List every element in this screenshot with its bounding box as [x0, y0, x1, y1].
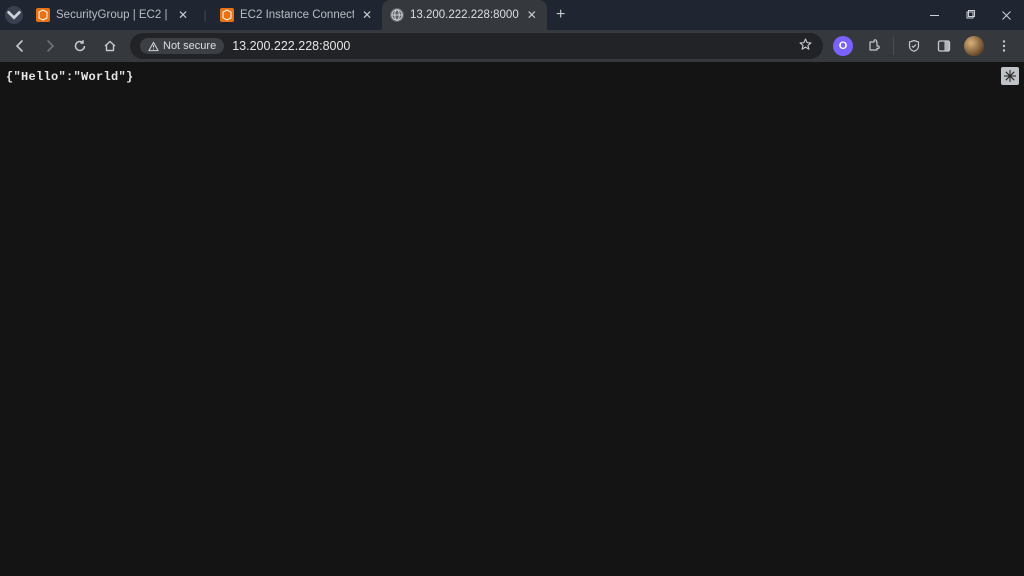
aws-favicon-icon [36, 8, 50, 22]
profile-button[interactable] [960, 32, 988, 60]
toolbar: Not secure 13.200.222.228:8000 O [0, 30, 1024, 62]
puzzle-icon [865, 38, 881, 54]
arrow-left-icon [12, 38, 28, 54]
arrow-right-icon [42, 38, 58, 54]
page-extension-overlay-button[interactable] [1001, 67, 1019, 85]
url-text: 13.200.222.228:8000 [232, 39, 790, 53]
forward-button[interactable] [36, 32, 64, 60]
bookmark-button[interactable] [798, 37, 813, 55]
warning-triangle-icon [148, 41, 159, 52]
window-controls [916, 0, 1024, 30]
reload-button[interactable] [66, 32, 94, 60]
search-tabs-button[interactable] [0, 0, 28, 30]
chevron-down-icon [5, 6, 23, 24]
extension-1-button[interactable]: O [829, 32, 857, 60]
response-body-text: {"Hello":"World"} [6, 70, 134, 84]
burst-icon [1003, 69, 1017, 83]
toolbar-right: O [829, 32, 1018, 60]
window-close-button[interactable] [988, 0, 1024, 30]
extensions-button[interactable] [859, 32, 887, 60]
globe-favicon-icon [390, 8, 404, 22]
chrome-menu-button[interactable] [990, 32, 1018, 60]
toolbar-divider [893, 37, 894, 55]
tab-separator: | [198, 0, 212, 30]
new-tab-button[interactable]: + [547, 0, 575, 30]
side-panel-button[interactable] [930, 32, 958, 60]
page-viewport: {"Hello":"World"} [0, 62, 1024, 576]
extension-1-icon: O [833, 36, 853, 56]
star-icon [798, 37, 813, 52]
tab-title: SecurityGroup | EC2 | ap-south- [56, 9, 170, 21]
side-panel-icon [936, 38, 952, 54]
aws-favicon-icon [220, 8, 234, 22]
browser-window: SecurityGroup | EC2 | ap-south- ✕ | EC2 … [0, 0, 1024, 576]
tab-strip: SecurityGroup | EC2 | ap-south- ✕ | EC2 … [0, 0, 1024, 30]
reload-icon [72, 38, 88, 54]
not-secure-label: Not secure [163, 40, 216, 52]
not-secure-chip[interactable]: Not secure [140, 38, 224, 54]
window-maximize-button[interactable] [952, 0, 988, 30]
kebab-menu-icon [996, 38, 1012, 54]
tab-ec2-connect[interactable]: EC2 Instance Connect | ap-sout ✕ [212, 0, 382, 30]
tab-title: 13.200.222.228:8000 [410, 9, 519, 21]
tab-close-icon[interactable]: ✕ [360, 8, 374, 22]
extension-2-button[interactable] [900, 32, 928, 60]
shield-check-icon [906, 38, 922, 54]
home-button[interactable] [96, 32, 124, 60]
tabstrip-spacer [575, 0, 916, 30]
tab-security-group[interactable]: SecurityGroup | EC2 | ap-south- ✕ [28, 0, 198, 30]
tab-close-icon[interactable]: ✕ [176, 8, 190, 22]
back-button[interactable] [6, 32, 34, 60]
home-icon [102, 38, 118, 54]
tab-close-icon[interactable]: ✕ [525, 8, 539, 22]
address-bar[interactable]: Not secure 13.200.222.228:8000 [130, 33, 823, 59]
tab-title: EC2 Instance Connect | ap-sout [240, 9, 354, 21]
window-minimize-button[interactable] [916, 0, 952, 30]
avatar-icon [964, 36, 984, 56]
tab-ip-8000[interactable]: 13.200.222.228:8000 ✕ [382, 0, 547, 30]
